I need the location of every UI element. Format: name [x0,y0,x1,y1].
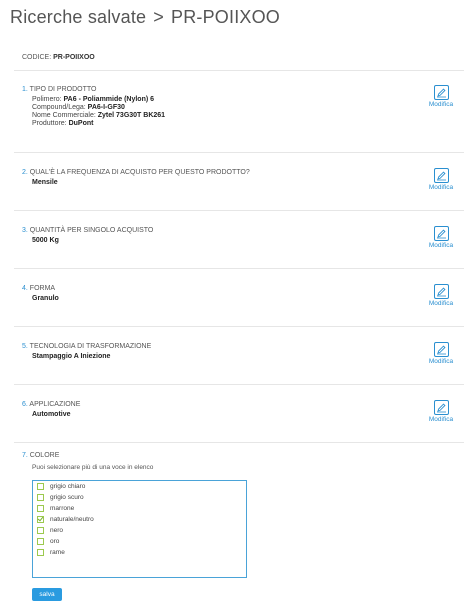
section-applicazione: 6. APPLICAZIONE Automotive Modifica [14,385,464,443]
checkbox-checked[interactable] [37,516,44,523]
color-option[interactable]: naturale/neutro [33,514,246,525]
color-option[interactable]: rame [33,547,246,558]
section-title-text: QUANTITÀ PER SINGOLO ACQUISTO [29,227,154,234]
pencil-icon [433,284,449,299]
modifica-label: Modifica [428,300,454,307]
breadcrumb-current: PR-POIIXOO [170,7,280,27]
detail-value: PA6 - Poliammide (Nylon) 6 [63,96,155,103]
color-option[interactable]: marrone [33,503,246,514]
detail-label: Compound/Lega: [32,104,86,111]
section-value: Granulo [32,295,59,302]
modifica-label: Modifica [428,184,454,191]
checkbox[interactable] [37,494,44,501]
section-title: 6. APPLICAZIONE [22,401,80,408]
search-detail-panel: CODICE: PR-POIIXOO 1. TIPO DI PRODOTTO P… [14,40,464,601]
modifica-button[interactable]: Modifica [428,342,454,365]
option-label: nero [50,527,64,534]
checkbox[interactable] [37,538,44,545]
section-number: 6. [22,401,28,408]
modifica-label: Modifica [428,358,454,365]
section-title: 7. COLORE [22,452,59,459]
save-button[interactable]: salva [32,588,62,601]
modifica-button[interactable]: Modifica [428,284,454,307]
modifica-label: Modifica [428,242,454,249]
color-option[interactable]: grigio scuro [33,492,246,503]
detail-value: Zytel 73G30T BK261 [97,112,166,119]
color-option[interactable]: oro [33,536,246,547]
pencil-icon [433,226,449,241]
section-title-text: TIPO DI PRODOTTO [29,86,97,93]
checkbox[interactable] [37,505,44,512]
option-label: oro [50,538,60,545]
code-label: CODICE: [22,54,52,61]
section-tecnologia: 5. TECNOLOGIA DI TRASFORMAZIONE Stampagg… [14,327,464,385]
section-number: 3. [22,227,28,234]
pencil-icon [433,85,449,100]
section-title-text: COLORE [29,452,60,459]
section-value: Mensile [32,179,58,186]
section-title: 5. TECNOLOGIA DI TRASFORMAZIONE [22,343,151,350]
option-label: rame [50,549,65,556]
section-title-text: APPLICAZIONE [29,401,81,408]
section-number: 7. [22,452,28,459]
breadcrumb-root[interactable]: Ricerche salvate [10,7,146,27]
section-title-text: FORMA [29,285,56,292]
detail-value: DuPont [68,120,94,127]
section-title: 3. QUANTITÀ PER SINGOLO ACQUISTO [22,227,153,234]
section-quantita: 3. QUANTITÀ PER SINGOLO ACQUISTO 5000 Kg… [14,211,464,269]
product-details: Polimero: PA6 - Poliammide (Nylon) 6 Com… [32,96,165,128]
modifica-label: Modifica [428,416,454,423]
pencil-icon [433,168,449,183]
modifica-label: Modifica [428,101,454,108]
section-title: 4. FORMA [22,285,55,292]
checkbox[interactable] [37,549,44,556]
section-value: Stampaggio A Iniezione [32,353,111,360]
detail-label: Produttore: [32,120,67,127]
checkbox[interactable] [37,483,44,490]
section-title: 1. TIPO DI PRODOTTO [22,86,96,93]
modifica-button[interactable]: Modifica [428,168,454,191]
section-forma: 4. FORMA Granulo Modifica [14,269,464,327]
color-multiselect[interactable]: grigio chiaro grigio scuro marrone natur… [32,480,247,578]
section-title-text: QUAL'È LA FREQUENZA DI ACQUISTO PER QUES… [29,169,250,176]
page-title: Ricerche salvate > PR-POIIXOO [10,7,280,28]
section-number: 5. [22,343,28,350]
option-label: naturale/neutro [50,516,94,523]
color-hint: Puoi selezionare più di una voce in elen… [32,464,154,471]
section-title: 2. QUAL'È LA FREQUENZA DI ACQUISTO PER Q… [22,169,250,176]
pencil-icon [433,400,449,415]
option-label: grigio scuro [50,494,84,501]
detail-nome-commerciale: Nome Commerciale: Zytel 73G30T BK261 [32,112,165,120]
modifica-button[interactable]: Modifica [428,226,454,249]
detail-produttore: Produttore: DuPont [32,120,165,128]
color-option[interactable]: grigio chiaro [33,481,246,492]
section-value: 5000 Kg [32,237,59,244]
breadcrumb-separator: > [153,7,164,27]
section-number: 2. [22,169,28,176]
section-frequenza: 2. QUAL'È LA FREQUENZA DI ACQUISTO PER Q… [14,153,464,211]
detail-label: Polimero: [32,96,62,103]
section-title-text: TECNOLOGIA DI TRASFORMAZIONE [29,343,152,350]
option-label: grigio chiaro [50,483,86,490]
pencil-icon [433,342,449,357]
detail-polimero: Polimero: PA6 - Poliammide (Nylon) 6 [32,96,165,104]
detail-compound: Compound/Lega: PA6-I-GF30 [32,104,165,112]
section-number: 4. [22,285,28,292]
checkbox[interactable] [37,527,44,534]
section-tipo-prodotto: 1. TIPO DI PRODOTTO Polimero: PA6 - Poli… [14,70,464,153]
code-value: PR-POIIXOO [53,54,95,61]
modifica-button[interactable]: Modifica [428,85,454,108]
detail-value: PA6-I-GF30 [87,104,125,111]
section-number: 1. [22,86,28,93]
modifica-button[interactable]: Modifica [428,400,454,423]
section-value: Automotive [32,411,71,418]
color-option[interactable]: nero [33,525,246,536]
code-row: CODICE: PR-POIIXOO [22,54,95,61]
option-label: marrone [50,505,75,512]
detail-label: Nome Commerciale: [32,112,96,119]
